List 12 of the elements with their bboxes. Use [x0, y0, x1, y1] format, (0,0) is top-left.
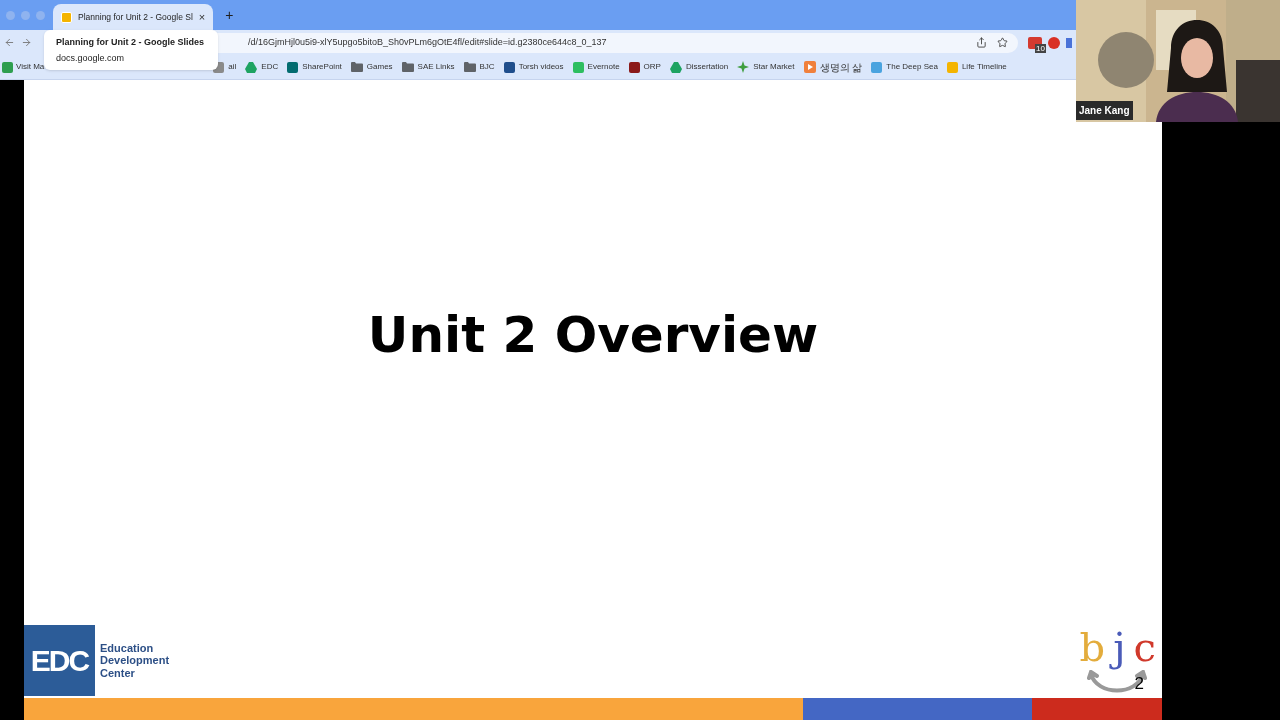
edc-name: Education Development Center: [100, 641, 171, 680]
extension-badge: 10: [1035, 43, 1046, 53]
page-number: 2: [1134, 672, 1144, 695]
slide-title: Unit 2 Overview: [367, 304, 819, 366]
tooltip-domain: docs.google.com: [56, 51, 126, 65]
participant-name: Jane Kang: [1076, 101, 1133, 120]
logo-letter: c: [1132, 623, 1157, 672]
url-text: /d/16GjmHjl0u5i9-xlY5upgo5bitoB_Sh0vPLm6gOtE4fl/edit#slide=id.g2380ce644c8_0_137: [248, 35, 608, 49]
tab-title: Planning for Unit 2 - Google Sl: [78, 10, 193, 24]
logo-letter: j: [1109, 620, 1130, 682]
logo-letter: b: [1078, 623, 1107, 672]
edc-logo: EDC: [24, 625, 95, 696]
